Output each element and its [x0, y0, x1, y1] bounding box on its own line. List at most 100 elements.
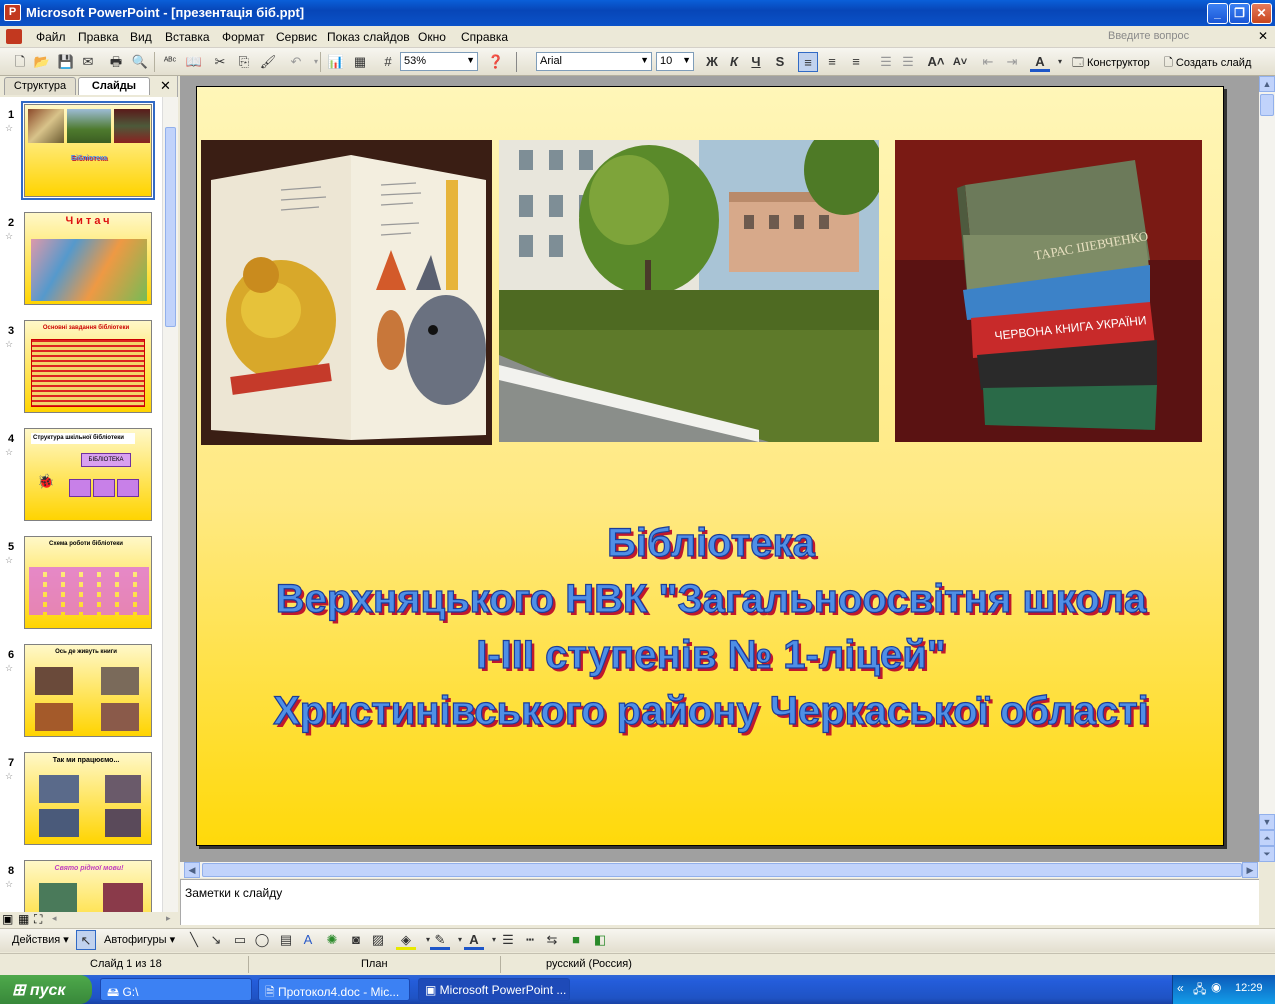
- align-right-icon[interactable]: ≡: [846, 52, 866, 72]
- oval-icon[interactable]: ◯: [252, 930, 272, 950]
- actions-menu[interactable]: Действия ▾: [12, 933, 69, 946]
- slide-thumbnail-1[interactable]: Бібліотека: [21, 101, 155, 200]
- print-icon[interactable]: 🖶: [106, 52, 126, 72]
- network-icon[interactable]: 🖧: [1193, 980, 1206, 1001]
- new-slide-button[interactable]: 🗋 Создать слайд: [1164, 54, 1251, 73]
- copy-icon[interactable]: ⎘: [234, 52, 254, 72]
- font-color-dropdown-icon[interactable]: ▾: [1050, 52, 1070, 72]
- previous-slide-icon[interactable]: ⏶: [1259, 830, 1275, 846]
- slide-vertical-scrollbar[interactable]: ▲ ▼ ⏶ ⏷: [1259, 76, 1275, 862]
- align-left-icon[interactable]: ≡: [798, 52, 818, 72]
- scroll-down-icon[interactable]: ▼: [1259, 814, 1275, 830]
- picture-icon[interactable]: ▨: [368, 930, 388, 950]
- numbering-icon[interactable]: ☰: [876, 52, 896, 72]
- slide-thumbnail-4[interactable]: Структура шкільної бібліотеки БІБЛІОТЕКА…: [24, 428, 152, 521]
- restore-button[interactable]: ❐: [1229, 3, 1250, 24]
- bullets-icon[interactable]: ☰: [898, 52, 918, 72]
- decrease-font-icon[interactable]: A˅: [950, 52, 970, 72]
- menu-file[interactable]: Файл: [36, 30, 66, 44]
- scroll-thumb[interactable]: [165, 127, 176, 327]
- scroll-left-icon[interactable]: ◀: [184, 862, 200, 878]
- arrow-icon[interactable]: ↘: [206, 930, 226, 950]
- clipart-icon[interactable]: ◙: [346, 930, 366, 950]
- font-name-select[interactable]: Arial ▼: [536, 52, 652, 71]
- menu-view[interactable]: Вид: [130, 30, 152, 44]
- tab-outline[interactable]: Структура: [4, 77, 76, 95]
- slide-horizontal-scrollbar[interactable]: ◀ ▶: [180, 862, 1259, 878]
- decrease-indent-icon[interactable]: ⇤: [978, 52, 998, 72]
- menu-insert[interactable]: Вставка: [165, 30, 210, 44]
- spelling-icon[interactable]: ᴬᴮᶜ: [160, 52, 180, 72]
- help-icon[interactable]: ❓: [486, 52, 506, 72]
- books-stack-photo[interactable]: ТАРАС ШЕВЧЕНКО ЧЕРВОНА КНИГА УКРАЇНИ: [895, 140, 1202, 442]
- font-color-icon[interactable]: A: [464, 930, 484, 950]
- open-icon[interactable]: 📂: [32, 52, 52, 72]
- scroll-right-icon[interactable]: ▶: [1242, 862, 1258, 878]
- wordart-icon[interactable]: A: [298, 930, 318, 950]
- line-color-icon[interactable]: ✎: [430, 930, 450, 950]
- start-button[interactable]: ⊞ пуск: [0, 975, 92, 1004]
- toolbar-handle[interactable]: [516, 52, 517, 72]
- arrow-style-icon[interactable]: ⇆: [542, 930, 562, 950]
- close-doc-icon[interactable]: ✕: [1258, 29, 1268, 43]
- font-size-select[interactable]: 10 ▼: [656, 52, 694, 71]
- slide-thumbnail-3[interactable]: Основні завдання бібліотеки: [24, 320, 152, 413]
- slide-title-line-4[interactable]: Христинівського району Черкаської област…: [197, 688, 1223, 734]
- align-center-icon[interactable]: ≡: [822, 52, 842, 72]
- autoshapes-menu[interactable]: Автофигуры ▾: [104, 933, 175, 946]
- rectangle-icon[interactable]: ▭: [230, 930, 250, 950]
- fill-color-icon[interactable]: ◈: [396, 930, 416, 950]
- line-style-icon[interactable]: ☰: [498, 930, 518, 950]
- thumbnail-list[interactable]: 1 ☆ Бібліотека 2 ☆ Читач 3 ☆ Основні зав…: [0, 97, 162, 912]
- new-icon[interactable]: 🗋: [10, 52, 30, 72]
- slide-thumbnail-6[interactable]: Ось де живуть книги: [24, 644, 152, 737]
- underline-button[interactable]: Ч: [746, 52, 766, 72]
- scroll-up-icon[interactable]: ▲: [1259, 76, 1275, 92]
- slide-thumbnail-8[interactable]: Свято рідної мови!: [24, 860, 152, 912]
- taskbar-item-powerpoint[interactable]: ▣ Microsoft PowerPoint ...: [418, 978, 570, 1001]
- window-title-bar[interactable]: P Microsoft PowerPoint - [презентація бі…: [0, 0, 1275, 26]
- cut-icon[interactable]: ✂: [210, 52, 230, 72]
- tab-slides[interactable]: Слайды: [78, 77, 150, 95]
- school-building-photo[interactable]: [499, 140, 879, 442]
- clock[interactable]: 12:29: [1235, 982, 1263, 994]
- normal-view-icon[interactable]: ▣: [2, 912, 13, 926]
- scroll-thumb[interactable]: [1260, 94, 1274, 116]
- slide-title-line-2[interactable]: Верхняцького НВК "Загальноосвітня школа: [197, 576, 1223, 622]
- diagram-icon[interactable]: ✺: [322, 930, 342, 950]
- tray-arrow-icon[interactable]: «: [1177, 981, 1184, 995]
- research-icon[interactable]: 📖: [184, 52, 204, 72]
- menu-service[interactable]: Сервис: [276, 30, 317, 44]
- select-pointer-icon[interactable]: ↖: [76, 930, 96, 950]
- menu-slideshow[interactable]: Показ слайдов: [327, 30, 410, 44]
- powerpoint-icon[interactable]: P: [4, 4, 21, 21]
- scroll-left-icon[interactable]: ◂: [52, 913, 57, 924]
- scroll-right-icon[interactable]: ▸: [166, 913, 171, 924]
- save-icon[interactable]: 💾: [56, 52, 76, 72]
- shadow-style-icon[interactable]: ■: [566, 930, 586, 950]
- slide-sorter-icon[interactable]: ▦: [18, 912, 29, 926]
- shadow-button[interactable]: S: [770, 52, 790, 72]
- grid-icon[interactable]: #: [378, 52, 398, 72]
- increase-indent-icon[interactable]: ⇥: [1002, 52, 1022, 72]
- italic-button[interactable]: К: [724, 52, 744, 72]
- open-book-photo[interactable]: [201, 140, 492, 445]
- menu-window[interactable]: Окно: [418, 30, 446, 44]
- notes-placeholder[interactable]: Заметки к слайду: [185, 886, 282, 900]
- slide-title-line-1[interactable]: Бібліотека: [197, 520, 1223, 566]
- close-pane-icon[interactable]: ✕: [160, 78, 171, 94]
- close-button[interactable]: ✕: [1251, 3, 1272, 24]
- minimize-button[interactable]: _: [1207, 3, 1228, 24]
- undo-icon[interactable]: ↶: [286, 52, 306, 72]
- menu-format[interactable]: Формат: [222, 30, 265, 44]
- insert-chart-icon[interactable]: 📊: [326, 52, 346, 72]
- font-color-icon[interactable]: A: [1030, 52, 1050, 72]
- undo-dropdown-icon[interactable]: ▾: [306, 52, 326, 72]
- slide-canvas[interactable]: ТАРАС ШЕВЧЕНКО ЧЕРВОНА КНИГА УКРАЇНИ Біб…: [196, 86, 1224, 846]
- slide-thumbnail-2[interactable]: Читач: [24, 212, 152, 305]
- line-icon[interactable]: ╲: [184, 930, 204, 950]
- menu-edit[interactable]: Правка: [78, 30, 119, 44]
- bold-button[interactable]: Ж: [702, 52, 722, 72]
- slide-title-line-3[interactable]: І-ІІІ ступенів № 1-ліцей": [197, 632, 1223, 678]
- designer-button[interactable]: 🗔 Конструктор: [1072, 54, 1150, 73]
